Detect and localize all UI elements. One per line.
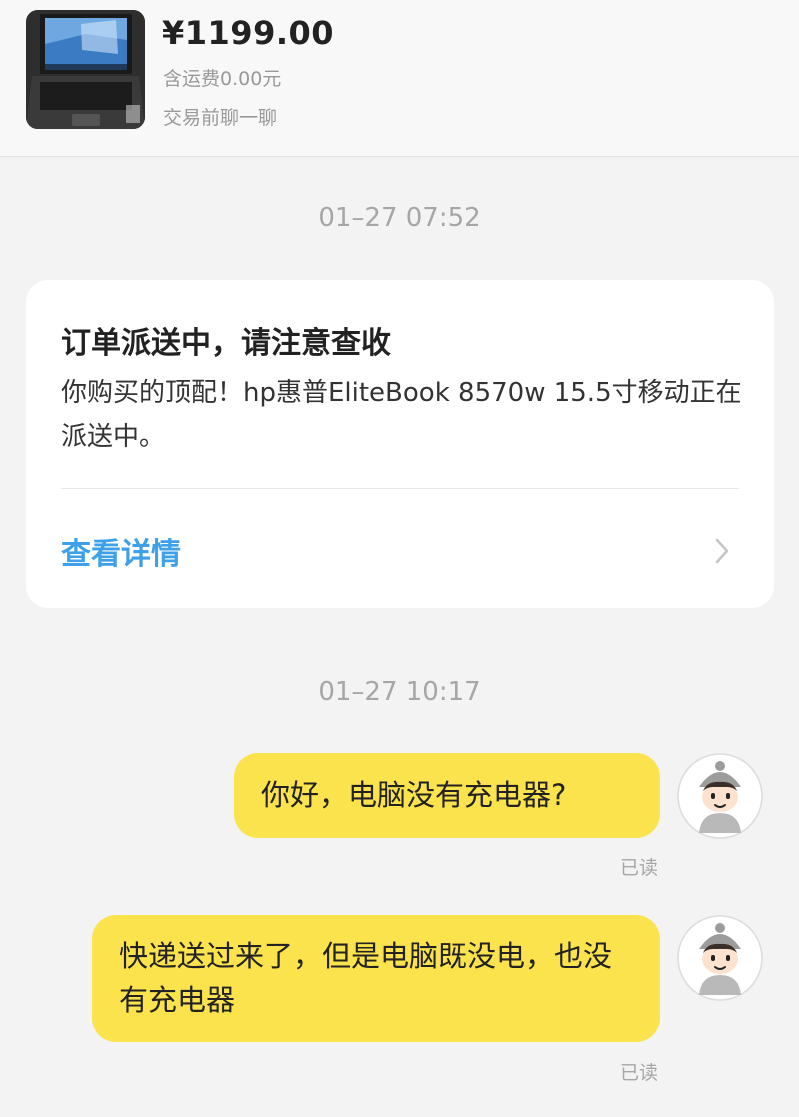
- chevron-right-icon[interactable]: [714, 537, 730, 565]
- user-avatar-icon[interactable]: [677, 915, 763, 1001]
- order-card-title: 订单派送中，请注意查收: [61, 326, 391, 361]
- order-status-card: 订单派送中，请注意查收 你购买的顶配！hp惠普EliteBook 8570w 1…: [26, 280, 774, 608]
- laptop-photo-icon: [26, 10, 145, 129]
- card-divider: [61, 488, 739, 489]
- read-receipt: 已读: [620, 1062, 659, 1084]
- timestamp-1: 01–27 07:52: [318, 203, 481, 233]
- product-thumbnail[interactable]: [26, 10, 145, 129]
- product-price: ¥1199.00: [162, 14, 335, 52]
- pre-trade-chat-link[interactable]: 交易前聊一聊: [163, 103, 277, 130]
- order-card-body: 你购买的顶配！hp惠普EliteBook 8570w 15.5寸移动正在派送中。: [61, 378, 742, 452]
- product-header: ¥1199.00 含运费0.00元 交易前聊一聊: [0, 0, 799, 157]
- shipping-fee: 含运费0.00元: [163, 68, 282, 90]
- message-bubble[interactable]: 快递送过来了，但是电脑既没电，也没有充电器: [92, 915, 660, 1042]
- view-details-link[interactable]: 查看详情: [61, 529, 181, 573]
- read-receipt: 已读: [620, 857, 659, 879]
- message-bubble[interactable]: 你好，电脑没有充电器?: [234, 753, 660, 838]
- user-avatar-icon[interactable]: [677, 753, 763, 839]
- timestamp-2: 01–27 10:17: [318, 677, 481, 707]
